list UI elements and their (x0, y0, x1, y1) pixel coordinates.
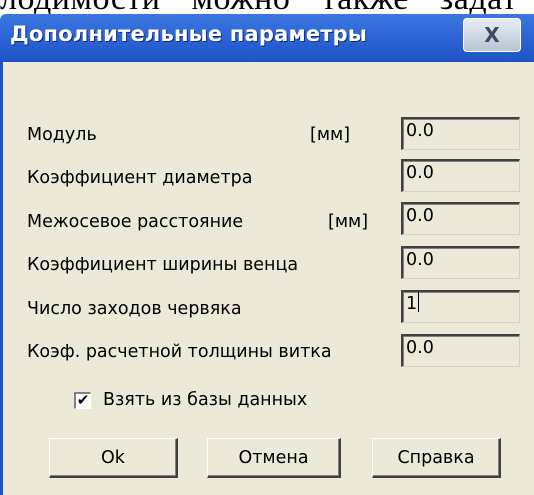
title-bar[interactable]: Дополнительные параметры X (0, 14, 534, 62)
worm-starts-value: 1 (406, 294, 418, 314)
diameter-coefficient-label: Коэффициент диаметра (27, 168, 253, 188)
module-label: Модуль (27, 125, 97, 145)
dialog-body: Модуль [мм] 0.0 Коэффициент диаметра 0.0… (0, 62, 534, 495)
dialog-title: Дополнительные параметры (10, 22, 368, 46)
ok-button[interactable]: Ok (49, 438, 178, 478)
face-width-coefficient-input[interactable]: 0.0 (401, 246, 520, 279)
use-database-option[interactable]: ✔ Взять из базы данных (74, 389, 307, 411)
worm-starts-label: Число заходов червяка (27, 299, 242, 319)
text-caret (418, 292, 420, 312)
cancel-button[interactable]: Отмена (207, 438, 341, 478)
center-distance-input[interactable]: 0.0 (401, 202, 520, 235)
center-distance-unit: [мм] (328, 212, 369, 232)
module-unit: [мм] (310, 125, 351, 145)
help-button[interactable]: Справка (372, 438, 501, 478)
close-button[interactable]: X (463, 18, 521, 52)
close-icon: X (484, 23, 500, 47)
use-database-checkbox[interactable]: ✔ (74, 391, 91, 409)
face-width-coefficient-label: Коэффициент ширины венца (27, 255, 299, 275)
use-database-label: Взять из базы данных (103, 390, 308, 410)
thread-thickness-coefficient-input[interactable]: 0.0 (401, 334, 520, 367)
diameter-coefficient-input[interactable]: 0.0 (401, 159, 520, 192)
worm-starts-input[interactable]: 1 (401, 290, 520, 323)
module-input[interactable]: 0.0 (401, 117, 520, 150)
additional-parameters-dialog: Дополнительные параметры X Модуль [мм] 0… (0, 14, 534, 495)
thread-thickness-coefficient-label: Коэф. расчетной толщины витка (27, 342, 332, 362)
checkmark-icon: ✔ (76, 391, 90, 409)
center-distance-label: Межосевое расстояние (27, 212, 244, 232)
